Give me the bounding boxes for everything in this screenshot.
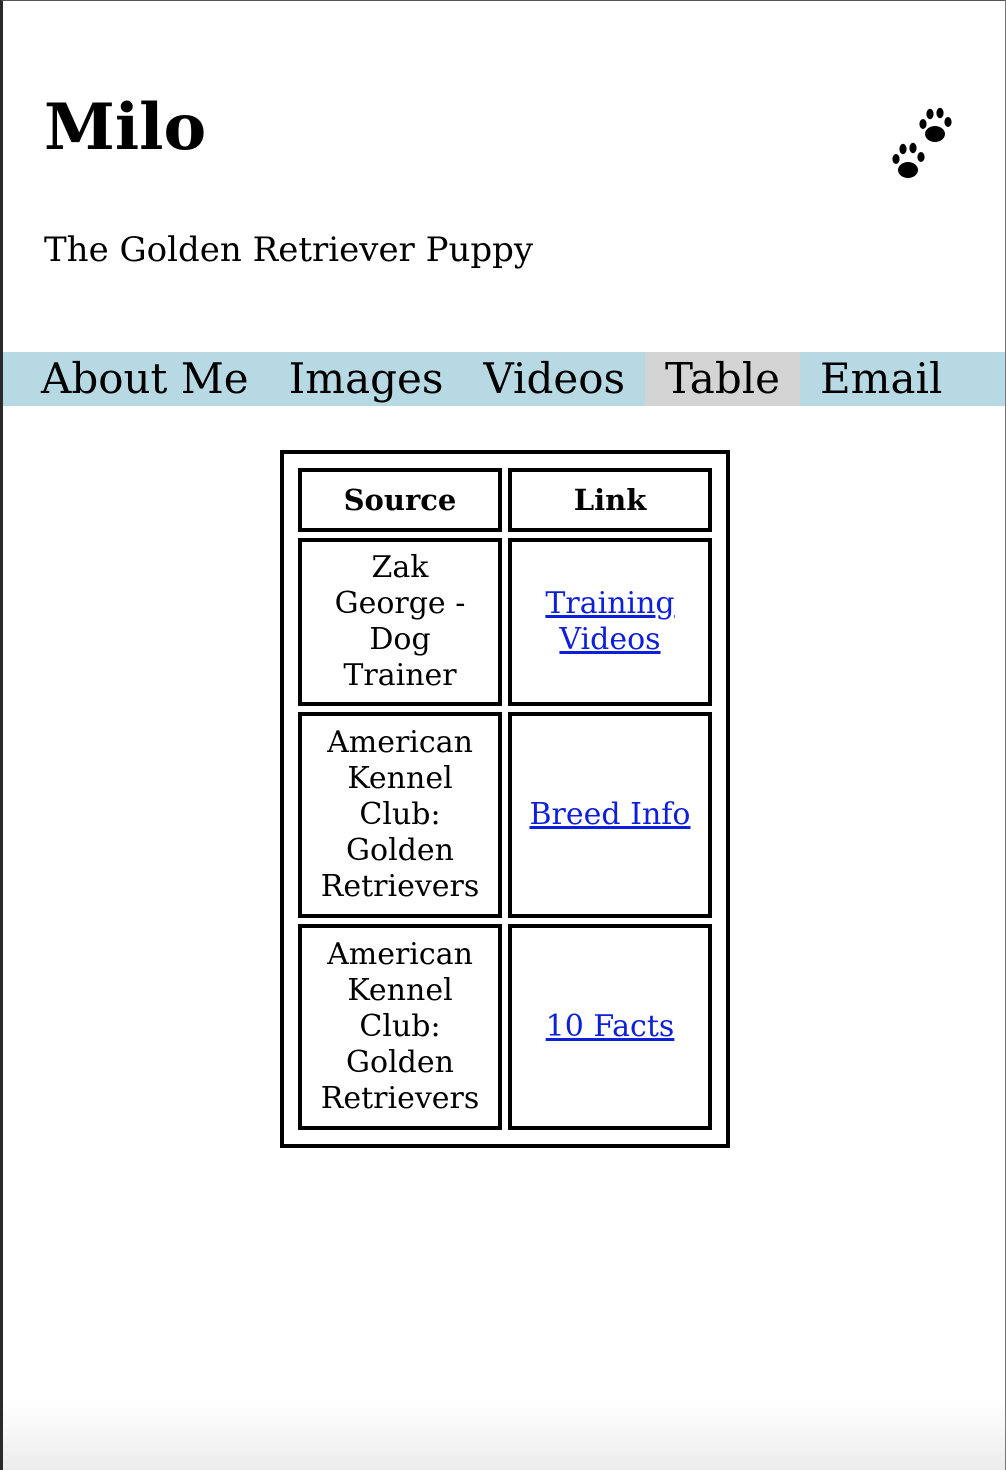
window-bottom-shadow	[3, 1400, 1005, 1470]
breed-info-link[interactable]: Breed Info	[530, 797, 691, 832]
link-cell: Breed Info	[508, 712, 712, 918]
column-header-link: Link	[508, 468, 712, 532]
resources-table: Source Link Zak George - Dog Trainer Tra…	[280, 450, 730, 1148]
source-cell: American Kennel Club: Golden Retrievers	[298, 924, 502, 1130]
table-header-row: Source Link	[298, 468, 712, 532]
table-row: American Kennel Club: Golden Retrievers …	[298, 712, 712, 918]
link-cell: Training Videos	[508, 538, 712, 706]
nav-item-images[interactable]: Images	[269, 352, 464, 406]
resources-table-container: Source Link Zak George - Dog Trainer Tra…	[280, 450, 730, 1148]
link-cell: 10 Facts	[508, 924, 712, 1130]
source-cell: American Kennel Club: Golden Retrievers	[298, 712, 502, 918]
nav-item-email[interactable]: Email	[800, 352, 962, 406]
table-row: American Kennel Club: Golden Retrievers …	[298, 924, 712, 1130]
training-videos-link[interactable]: Training Videos	[545, 586, 674, 657]
column-header-source: Source	[298, 468, 502, 532]
nav-item-table[interactable]: Table	[645, 352, 800, 406]
ten-facts-link[interactable]: 10 Facts	[546, 1009, 675, 1044]
nav-item-about-me[interactable]: About Me	[3, 352, 269, 406]
source-cell: Zak George - Dog Trainer	[298, 538, 502, 706]
site-title: Milo	[44, 90, 207, 165]
table-row: Zak George - Dog Trainer Training Videos	[298, 538, 712, 706]
paw-prints-icon	[892, 107, 952, 178]
main-nav: About Me Images Videos Table Email	[3, 352, 1005, 406]
site-tagline: The Golden Retriever Puppy	[44, 230, 534, 270]
nav-item-videos[interactable]: Videos	[463, 352, 645, 406]
